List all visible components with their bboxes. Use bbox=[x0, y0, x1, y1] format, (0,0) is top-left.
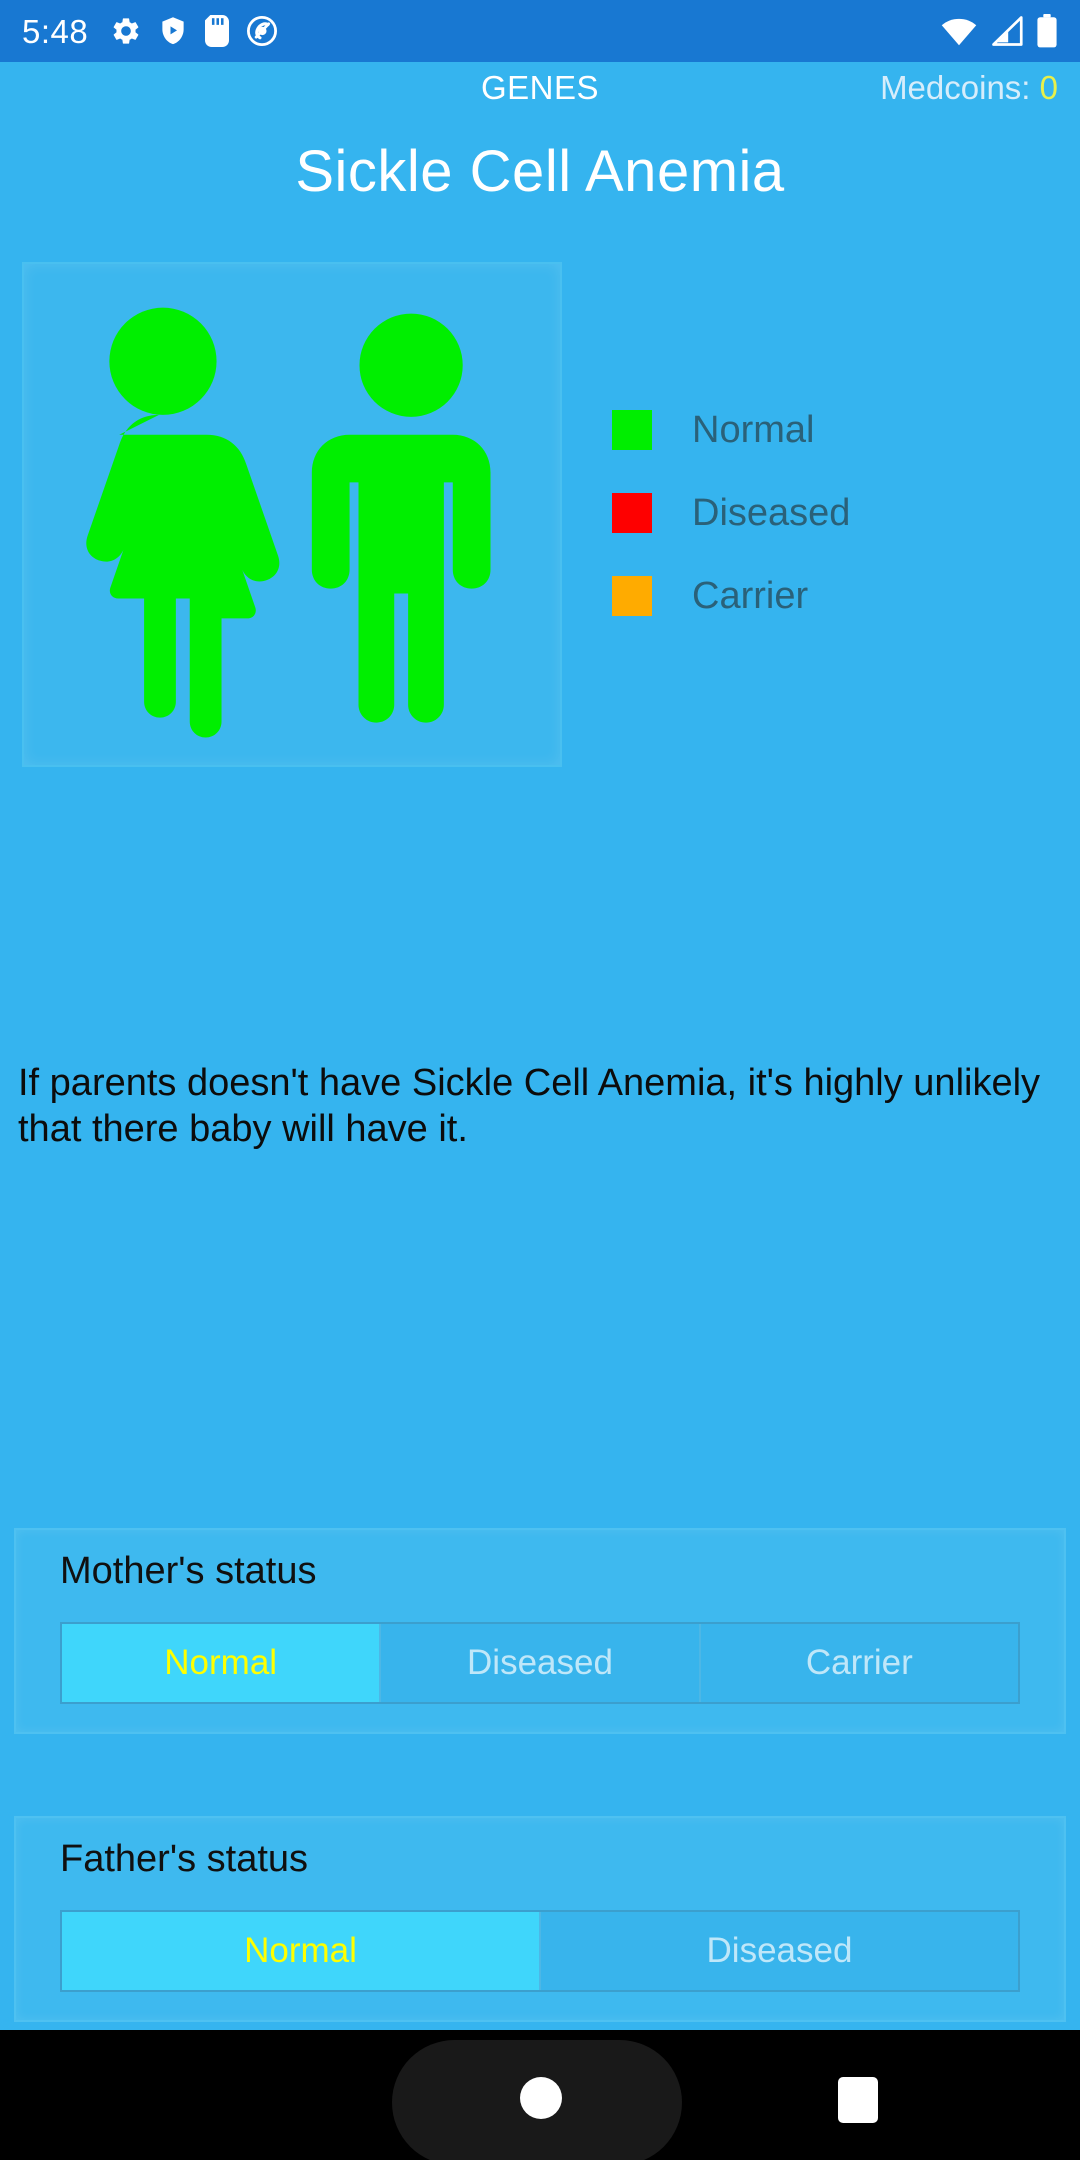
status-bar-clock: 5:48 bbox=[22, 12, 89, 50]
wifi-icon bbox=[940, 16, 978, 46]
shield-play-icon bbox=[158, 15, 188, 47]
parents-illustration-panel bbox=[22, 262, 562, 767]
app-screen: 5:48 GENES Medcoins: 0 Sickle Cell Anemi… bbox=[0, 0, 1080, 2160]
legend: Normal Diseased Carrier bbox=[612, 400, 1012, 649]
male-figure-icon bbox=[311, 313, 491, 723]
recents-square-icon[interactable] bbox=[838, 2077, 878, 2123]
status-bar-right-icons bbox=[940, 14, 1058, 48]
cellular-signal-icon bbox=[990, 16, 1024, 46]
medcoins-value: 0 bbox=[1039, 69, 1058, 106]
medcoins-label: Medcoins: bbox=[880, 69, 1040, 106]
page-title: Sickle Cell Anemia bbox=[295, 139, 785, 204]
parents-figures bbox=[86, 307, 491, 738]
legend-item: Carrier bbox=[612, 566, 1012, 626]
mother-status-option-normal[interactable]: Normal bbox=[62, 1624, 382, 1702]
home-circle-icon[interactable] bbox=[520, 2077, 562, 2119]
father-status-option-diseased[interactable]: Diseased bbox=[541, 1912, 1018, 1990]
legend-label-carrier: Carrier bbox=[692, 575, 809, 617]
father-status-segmented-control[interactable]: Normal Diseased bbox=[60, 1910, 1020, 1992]
info-text: If parents doesn't have Sickle Cell Anem… bbox=[18, 1062, 1041, 1150]
mother-status-card: Mother's status Normal Diseased Carrier bbox=[14, 1528, 1066, 1734]
father-status-card: Father's status Normal Diseased bbox=[14, 1816, 1066, 2022]
mother-status-option-diseased[interactable]: Diseased bbox=[381, 1624, 701, 1702]
medcoins-counter: Medcoins: 0 bbox=[880, 62, 1058, 114]
legend-label-diseased: Diseased bbox=[692, 492, 851, 534]
app-bar: GENES Medcoins: 0 bbox=[0, 62, 1080, 114]
legend-item: Normal bbox=[612, 400, 1012, 460]
legend-swatch-normal bbox=[612, 410, 652, 450]
father-status-option-normal[interactable]: Normal bbox=[62, 1912, 541, 1990]
female-figure-icon bbox=[86, 307, 280, 738]
battery-icon bbox=[1036, 14, 1058, 48]
mother-status-label: Mother's status bbox=[60, 1550, 317, 1592]
legend-label-normal: Normal bbox=[692, 409, 815, 451]
gear-icon bbox=[110, 15, 142, 47]
circle-q-icon bbox=[246, 15, 278, 47]
legend-swatch-carrier bbox=[612, 576, 652, 616]
father-status-label: Father's status bbox=[60, 1838, 309, 1880]
mother-status-segmented-control[interactable]: Normal Diseased Carrier bbox=[60, 1622, 1020, 1704]
status-bar: 5:48 bbox=[0, 0, 1080, 62]
mother-status-option-carrier[interactable]: Carrier bbox=[700, 1624, 1018, 1702]
legend-item: Diseased bbox=[612, 483, 1012, 543]
legend-swatch-diseased bbox=[612, 493, 652, 533]
sd-card-icon bbox=[204, 15, 230, 47]
